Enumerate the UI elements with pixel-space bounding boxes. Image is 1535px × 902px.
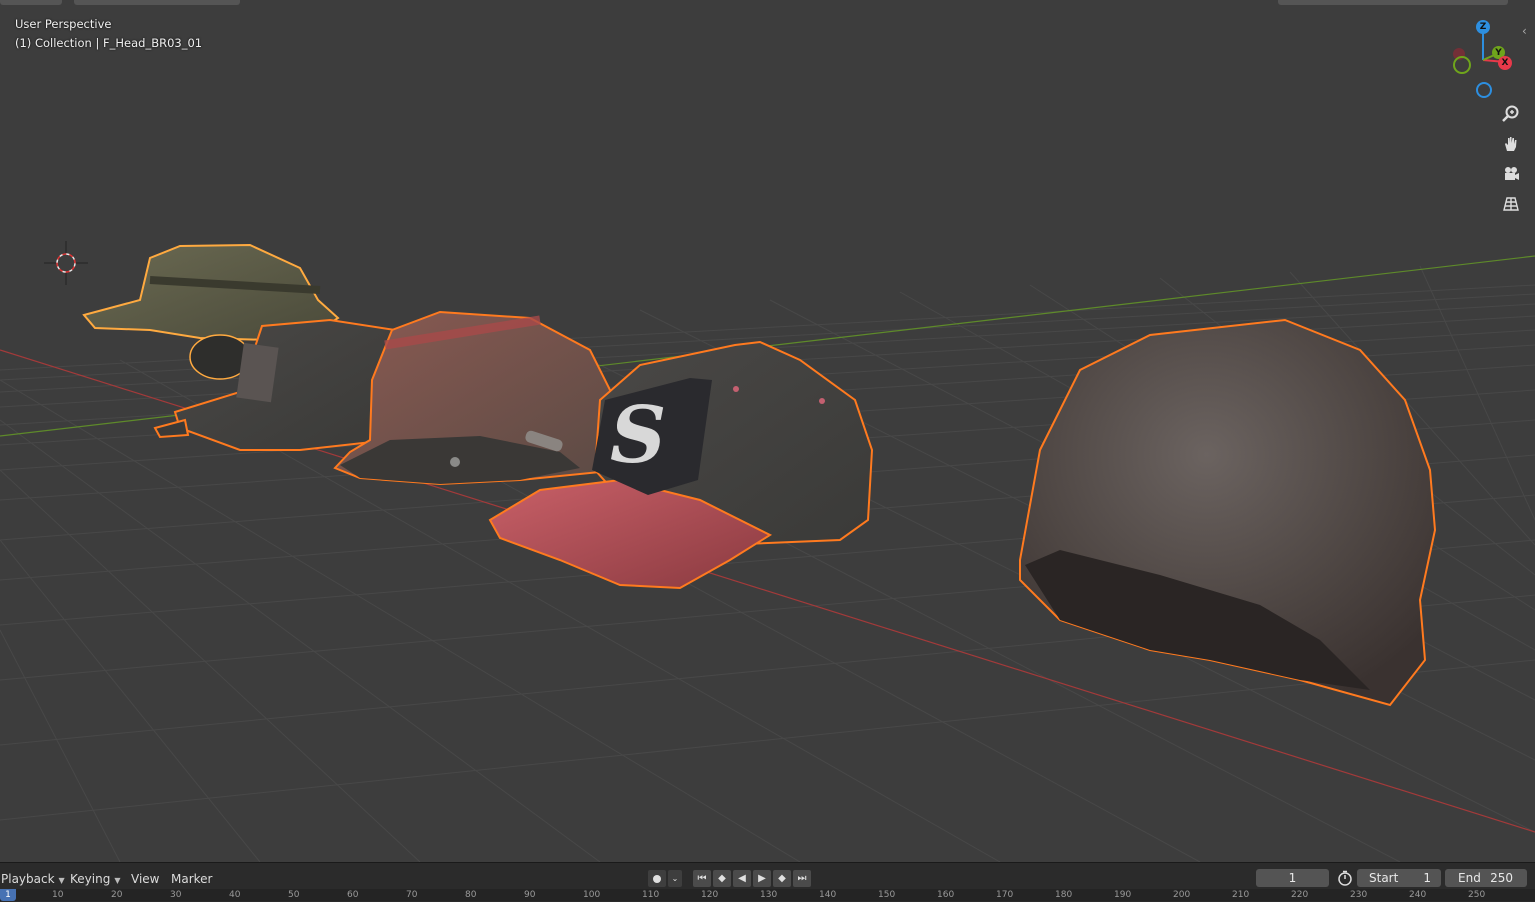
play-icon: ▶	[758, 873, 766, 884]
svg-text:S: S	[610, 390, 666, 481]
chevron-down-icon: ▼	[114, 876, 121, 885]
ruler-tick-label: 230	[1350, 890, 1368, 900]
end-frame-field[interactable]: End 250	[1445, 869, 1527, 887]
ruler-tick-label: 190	[1114, 890, 1132, 900]
ruler-tick-label: 220	[1291, 890, 1309, 900]
perspective-grid-icon[interactable]	[1499, 192, 1523, 216]
keying-menu[interactable]: Keying ▼	[70, 871, 120, 887]
marker-menu[interactable]: Marker	[171, 871, 212, 887]
preview-range-stopwatch-icon[interactable]	[1337, 870, 1353, 886]
record-keyframe-button[interactable]	[648, 870, 666, 887]
prev-keyframe-button[interactable]: ◆	[713, 870, 731, 887]
keying-menu-label: Keying	[70, 872, 111, 886]
start-label: Start	[1369, 871, 1399, 885]
ruler-tick-label: 180	[1055, 890, 1073, 900]
play-button[interactable]: ▶	[753, 870, 771, 887]
ruler-tick-label: 60	[347, 890, 359, 900]
ruler-tick-label: 210	[1232, 890, 1250, 900]
ruler-tick-label: 80	[465, 890, 477, 900]
ruler-tick-label: 40	[229, 890, 241, 900]
view-name-label: User Perspective	[15, 17, 112, 31]
end-value: 250	[1490, 871, 1513, 885]
next-keyframe-icon: ◆	[778, 873, 786, 884]
chevron-down-icon: ▼	[58, 876, 65, 885]
jump-to-end-button[interactable]: ⏭	[793, 870, 811, 887]
ruler-tick-label: 160	[937, 890, 955, 900]
view-menu[interactable]: View	[131, 871, 159, 887]
ruler-tick-label: 140	[819, 890, 837, 900]
hand-pan-icon[interactable]	[1499, 132, 1523, 156]
header-tools-strip	[1278, 0, 1508, 5]
jump-end-icon: ⏭	[797, 873, 807, 884]
start-value: 1	[1423, 871, 1431, 885]
gizmo-neg-z-axis[interactable]	[1476, 82, 1492, 98]
ruler-tick-label: 130	[760, 890, 778, 900]
camera-icon[interactable]	[1499, 162, 1523, 186]
ruler-tick-label: 90	[524, 890, 536, 900]
jump-to-start-button[interactable]: ⏮	[693, 870, 711, 887]
collection-info-label: (1) Collection | F_Head_BR03_01	[15, 36, 203, 50]
scene-canvas[interactable]: S	[0, 0, 1535, 862]
ruler-tick-label: 10	[52, 890, 64, 900]
next-keyframe-button[interactable]: ◆	[773, 870, 791, 887]
header-tab-strip	[74, 0, 240, 5]
navigation-gizmo[interactable]: Z Y X	[1448, 18, 1520, 102]
ruler-tick-label: 70	[406, 890, 418, 900]
end-label: End	[1458, 871, 1481, 885]
ruler-tick-label: 250	[1468, 890, 1486, 900]
record-icon	[653, 874, 661, 883]
ruler-tick-label: 200	[1173, 890, 1191, 900]
playback-menu[interactable]: Playback ▼	[1, 871, 65, 887]
play-reverse-button[interactable]: ◀	[733, 870, 751, 887]
sidebar-collapse-icon[interactable]: ‹	[1522, 24, 1527, 38]
patrol-cap-object[interactable]	[153, 318, 397, 451]
current-frame-indicator[interactable]: 1	[0, 889, 16, 901]
header-tab-strip	[0, 0, 62, 5]
3d-cursor-icon[interactable]	[44, 241, 88, 285]
gizmo-z-axis[interactable]: Z	[1476, 20, 1490, 34]
ruler-tick-label: 20	[111, 890, 123, 900]
prev-keyframe-icon: ◆	[718, 873, 726, 884]
auto-keying-options-button[interactable]: ⌄	[668, 870, 682, 887]
ruler-tick-label: 110	[642, 890, 660, 900]
ruler-tick-label: 240	[1409, 890, 1427, 900]
ruler-tick-label: 150	[878, 890, 896, 900]
frame-ruler[interactable]: 1 10 20 30 40 50 60 70 80 90 100 110 120 130 140 150 16…	[0, 889, 1535, 901]
zoom-icon[interactable]	[1499, 102, 1523, 126]
ruler-tick-label: 120	[701, 890, 719, 900]
ruler-tick-label: 100	[583, 890, 601, 900]
ruler-tick-label: 50	[288, 890, 300, 900]
current-frame-field[interactable]: 1	[1256, 869, 1329, 887]
start-frame-field[interactable]: Start 1	[1357, 869, 1441, 887]
ruler-tick-label: 30	[170, 890, 182, 900]
gizmo-x-axis[interactable]: X	[1498, 56, 1512, 70]
beanie-object[interactable]	[1019, 318, 1437, 707]
play-reverse-icon: ◀	[738, 873, 746, 884]
gizmo-neg-y-axis[interactable]	[1453, 56, 1471, 74]
jump-start-icon: ⏮	[697, 873, 707, 884]
3d-viewport[interactable]: S User Perspective (1) Collection | F_He…	[0, 0, 1535, 862]
chevron-down-icon: ⌄	[671, 874, 679, 883]
playback-menu-label: Playback	[1, 872, 55, 886]
ruler-tick-label: 170	[996, 890, 1014, 900]
